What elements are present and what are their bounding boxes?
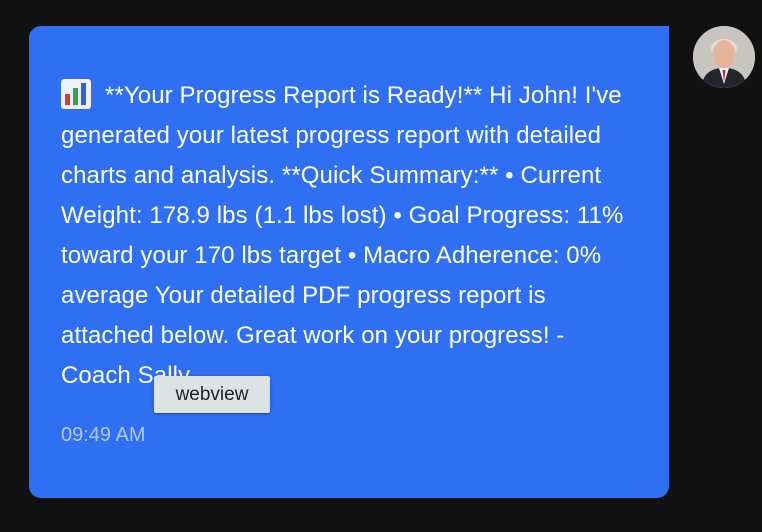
message-text: **Your Progress Report is Ready!** Hi Jo… <box>61 82 624 389</box>
bar-chart-icon <box>61 79 91 109</box>
user-avatar[interactable] <box>693 26 755 88</box>
person-avatar-icon <box>693 26 755 88</box>
message-body: **Your Progress Report is Ready!** Hi Jo… <box>61 76 639 396</box>
message-bubble: **Your Progress Report is Ready!** Hi Jo… <box>29 26 669 498</box>
webview-tooltip: webview <box>154 376 270 413</box>
message-timestamp: 09:49 AM <box>61 424 146 446</box>
